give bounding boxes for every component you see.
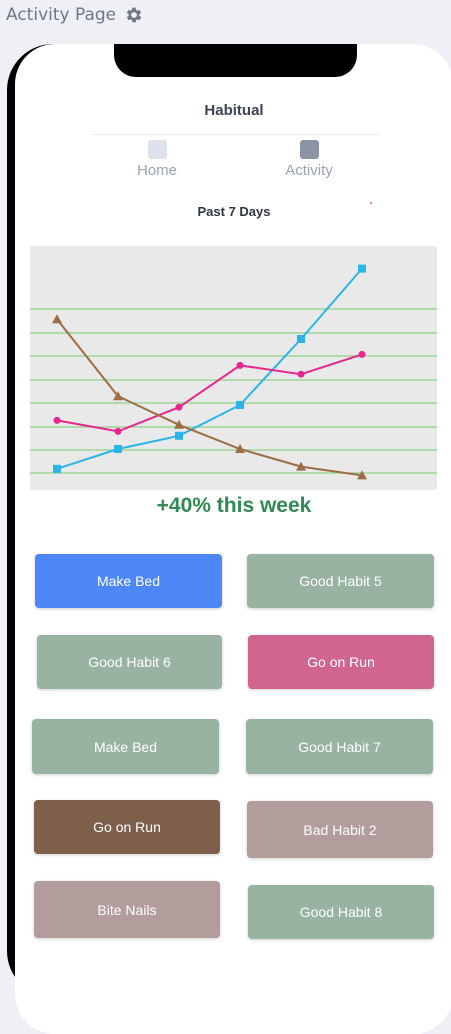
tab-activity-label: Activity (285, 162, 333, 179)
data-point (358, 264, 366, 273)
activity-icon (299, 140, 319, 159)
gear-icon[interactable] (124, 5, 144, 25)
data-point (53, 416, 61, 424)
weekly-summary: +40% this week (156, 494, 312, 517)
data-point (52, 314, 62, 324)
decorative-dot (370, 202, 372, 204)
habit-button[interactable]: Make Bed (32, 719, 219, 774)
data-point (114, 427, 122, 435)
data-point (175, 431, 183, 440)
data-point (175, 403, 183, 411)
page-header: Activity Page (6, 3, 144, 27)
data-point (236, 401, 244, 409)
home-icon (147, 140, 167, 159)
page-title: Activity Page (6, 5, 117, 25)
habit-button[interactable]: Good Habit 8 (248, 885, 434, 939)
phone-notch (114, 44, 357, 77)
data-point (297, 370, 305, 378)
habit-button[interactable]: Go on Run (34, 800, 220, 854)
nav-divider (92, 134, 379, 135)
phone-frame: Habitual Home Activity Past 7 Days +40% … (7, 44, 451, 1034)
period-label: Past 7 Days (197, 204, 271, 219)
tab-activity[interactable]: Activity (269, 140, 349, 179)
habit-button[interactable]: Good Habit 7 (246, 719, 433, 774)
habit-button[interactable]: Good Habit 5 (247, 554, 434, 608)
data-point (297, 335, 305, 343)
habit-button[interactable]: Good Habit 6 (37, 635, 222, 689)
habit-button[interactable]: Make Bed (35, 554, 222, 608)
habit-button[interactable]: Bad Habit 2 (247, 801, 433, 858)
activity-chart-svg (30, 264, 437, 480)
tab-home-label: Home (136, 162, 177, 179)
habit-button[interactable]: Go on Run (248, 635, 434, 689)
tab-home[interactable]: Home (117, 140, 197, 179)
data-point (174, 419, 184, 429)
activity-chart (30, 246, 437, 490)
data-point (236, 361, 244, 369)
data-point (53, 464, 61, 473)
app-title: Habitual (204, 102, 264, 119)
data-point (358, 350, 366, 358)
data-point (114, 445, 122, 453)
series-line-3 (56, 318, 363, 477)
phone-screen: Habitual Home Activity Past 7 Days +40% … (15, 44, 451, 1034)
habit-button[interactable]: Bite Nails (34, 881, 220, 938)
